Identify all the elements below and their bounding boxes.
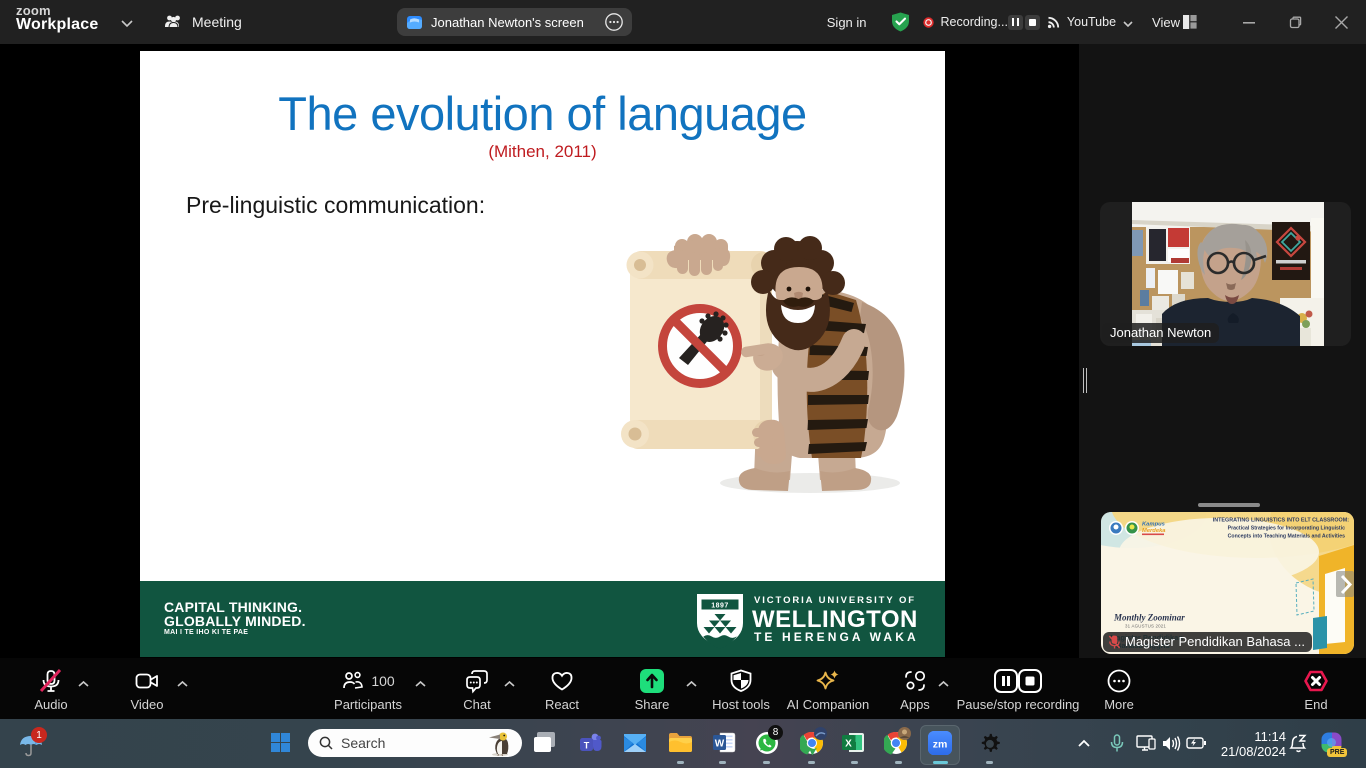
svg-text:Merdeka: Merdeka [1142, 528, 1166, 534]
svg-text:X: X [845, 739, 852, 750]
svg-text:T: T [584, 741, 590, 751]
svg-text:Monthly Zoominar: Monthly Zoominar [1113, 613, 1185, 623]
svg-text:zm: zm [933, 739, 948, 751]
svg-text:1897: 1897 [711, 603, 729, 610]
svg-text:31 AGUSTUS 2021: 31 AGUSTUS 2021 [1125, 624, 1166, 629]
svg-text:W: W [715, 739, 725, 750]
svg-text:INTEGRATING LINGUISTICS INTO E: INTEGRATING LINGUISTICS INTO ELT CLASSRO… [1213, 518, 1349, 524]
svg-text:Concepts into Teaching Materia: Concepts into Teaching Materials and Act… [1228, 534, 1345, 540]
svg-text:Kampus: Kampus [1142, 522, 1166, 528]
svg-text:Practical Strategies for Incor: Practical Strategies for Incorporating L… [1228, 526, 1345, 532]
